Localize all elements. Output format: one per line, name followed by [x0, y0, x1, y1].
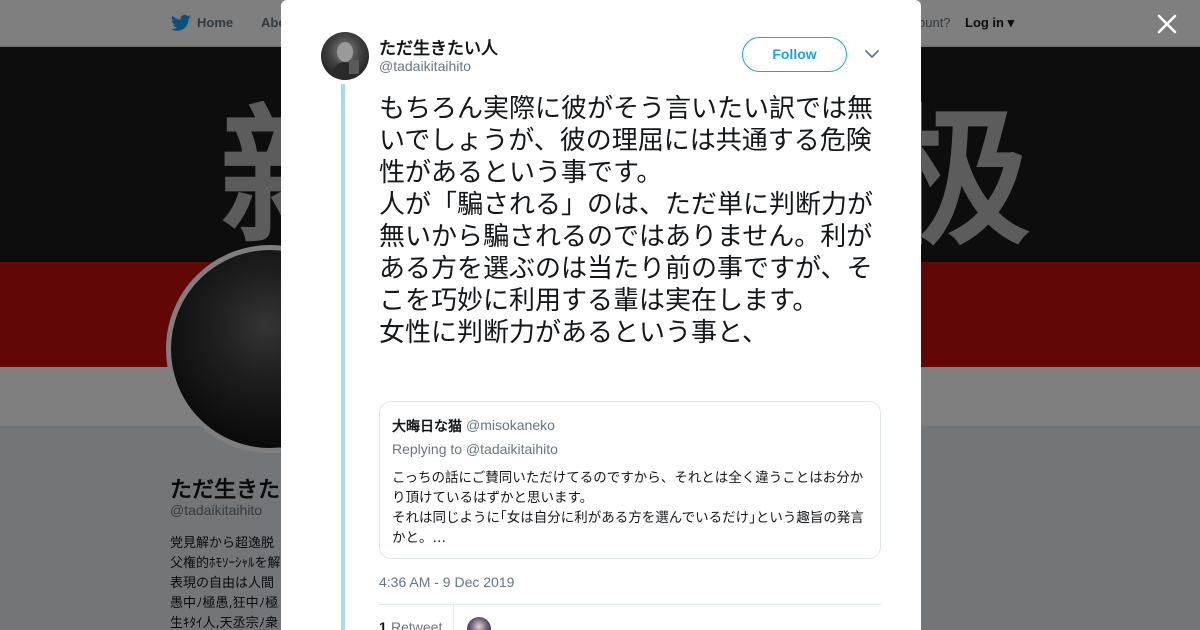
tweet-text: もちろん実際に彼がそう言いたい訳では無いでしょうが、彼の理屈には共通する危険性が… [379, 94, 874, 348]
quote-text: こっちの話にご賛同いただけてるのですから、それとは全く違うことはお分かり頂けてい… [392, 470, 864, 546]
quote-replying-to: Replying to @tadaikitaihito [392, 441, 558, 457]
author-name[interactable]: ただ生きたい人 [379, 34, 498, 59]
quote-author-name: 大晦日な猫 [392, 419, 462, 435]
author-avatar[interactable] [321, 32, 369, 80]
stats-divider [453, 605, 454, 630]
tweet-timestamp[interactable]: 4:36 AM - 9 Dec 2019 [379, 574, 514, 590]
chevron-down-icon[interactable] [864, 48, 880, 60]
thread-line [341, 84, 345, 630]
follow-button[interactable]: Follow [742, 37, 847, 72]
retweeter-avatar[interactable] [467, 617, 491, 630]
quoted-tweet[interactable]: 大晦日な猫 @misokaneko Replying to @tadaikita… [379, 401, 881, 559]
quote-author-handle: @misokaneko [466, 417, 555, 433]
retweet-count[interactable]: 1 [379, 619, 387, 630]
author-handle[interactable]: @tadaikitaihito [379, 58, 471, 74]
close-icon[interactable] [1155, 12, 1179, 36]
tweet-stats: 1 Retweet [379, 604, 881, 630]
tweet-modal: ただ生きたい人 @tadaikitaihito Follow もちろん実際に彼が… [281, 0, 921, 630]
retweet-label[interactable]: Retweet [391, 619, 442, 630]
avatar-portrait-icon [331, 42, 359, 80]
